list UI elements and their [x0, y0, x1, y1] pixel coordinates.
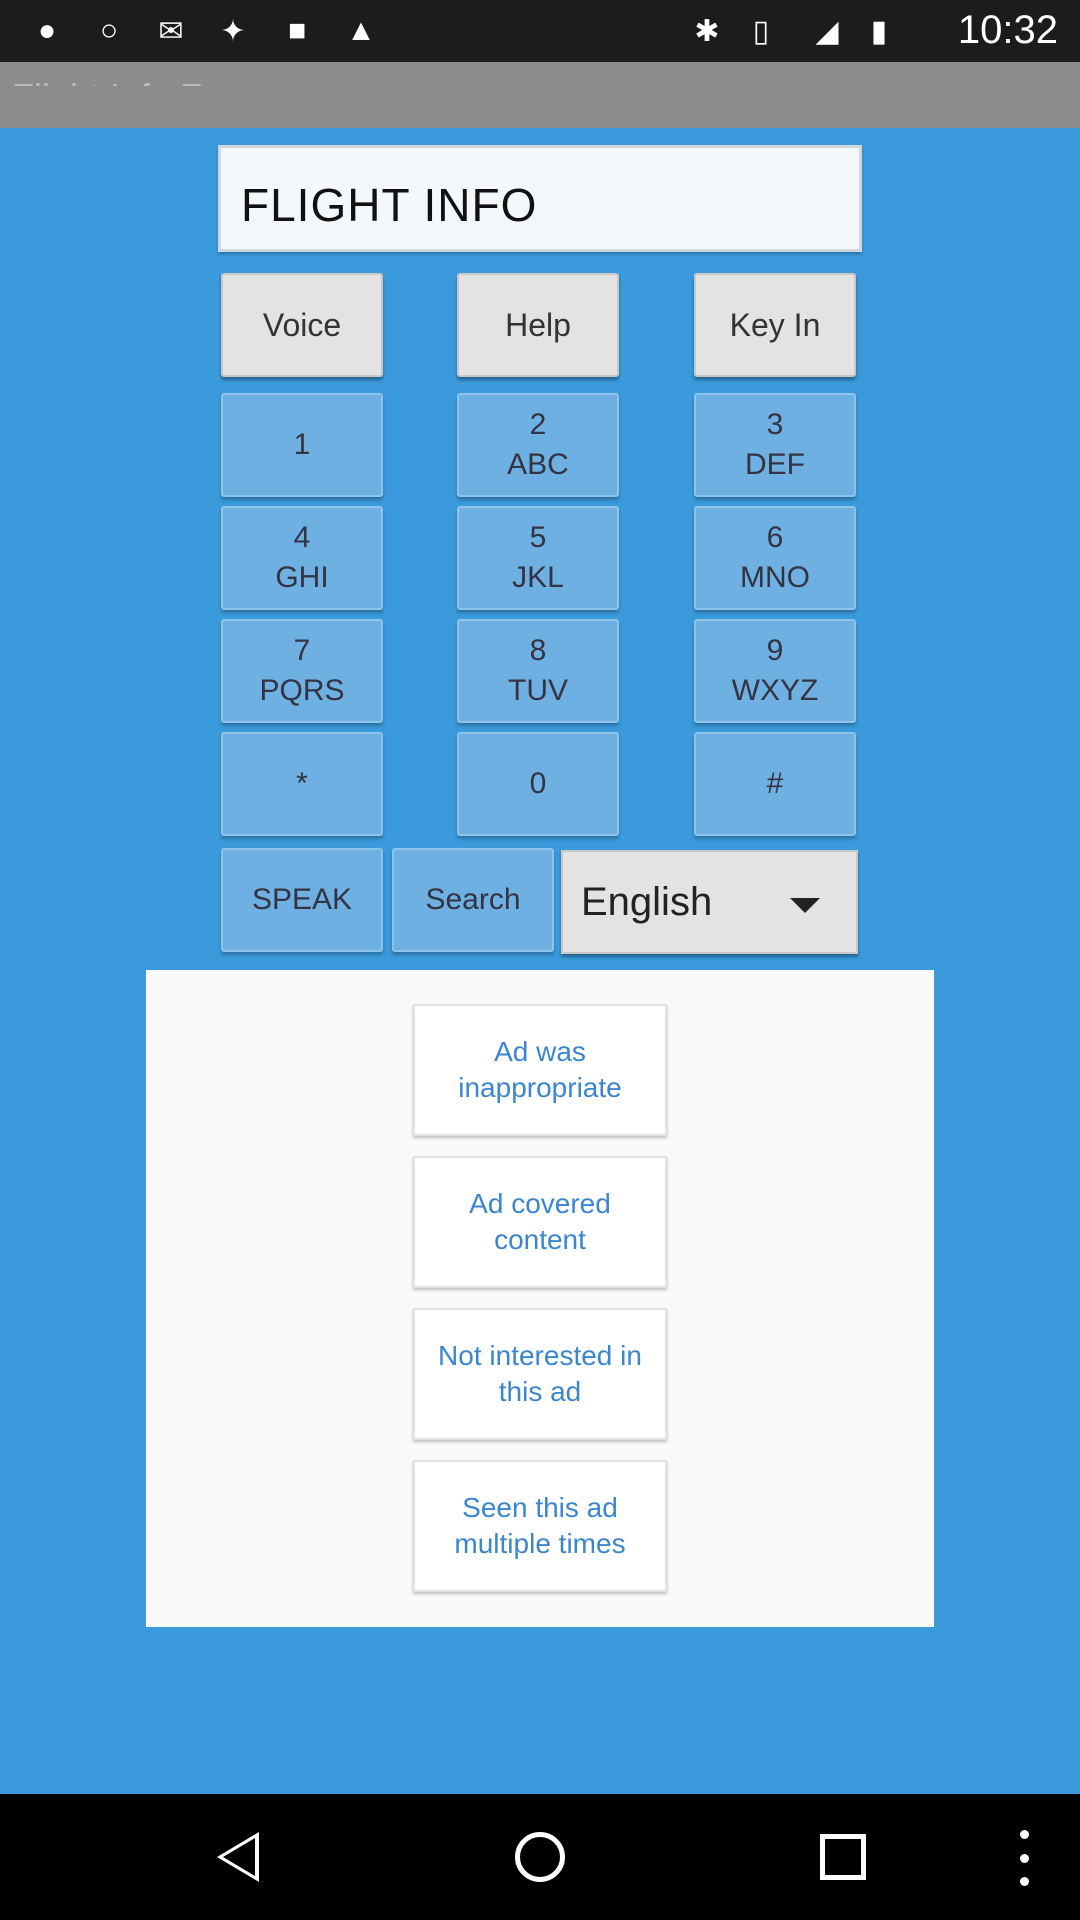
ad-feedback-panel: Ad was inappropriate Ad covered content …: [146, 970, 934, 1627]
key-letters: WXYZ: [731, 674, 819, 707]
message-icon: ✉: [158, 14, 184, 48]
ad-feedback-inappropriate[interactable]: Ad was inappropriate: [413, 1004, 667, 1136]
keypad-key-hash[interactable]: #: [694, 732, 856, 836]
key-digit: 2: [529, 408, 547, 441]
keypad-key-6[interactable]: 6 MNO: [694, 506, 856, 610]
keypad-key-star[interactable]: *: [221, 732, 383, 836]
key-in-button[interactable]: Key In: [694, 273, 856, 377]
app-bar-shade: [0, 86, 1080, 128]
keypad-key-5[interactable]: 5 JKL: [457, 506, 619, 610]
speak-button-label: SPEAK: [251, 883, 353, 916]
ad-feedback-label: Seen this ad multiple times: [454, 1492, 626, 1559]
key-digit: *: [296, 767, 308, 800]
help-button-label: Help: [505, 306, 571, 343]
key-letters: PQRS: [259, 674, 345, 707]
keypad-key-0[interactable]: 0: [457, 732, 619, 836]
help-button[interactable]: Help: [457, 273, 619, 377]
keypad-key-3[interactable]: 3 DEF: [694, 393, 856, 497]
home-icon[interactable]: [515, 1832, 565, 1882]
circle-icon: ○: [99, 14, 119, 47]
status-bar: ● ○ ✉ ✦ ■ ▲ ✱ ▯ ◢ ▮ 10:32: [0, 0, 1080, 62]
navigation-bar: [0, 1794, 1080, 1920]
ad-feedback-not-interested[interactable]: Not interested in this ad: [413, 1308, 667, 1440]
ad-feedback-seen-multiple[interactable]: Seen this ad multiple times: [413, 1460, 667, 1592]
recent-apps-icon[interactable]: [820, 1834, 866, 1880]
lock-icon: ■: [287, 14, 307, 47]
key-digit: 1: [293, 428, 311, 461]
key-digit: 8: [529, 634, 547, 667]
language-select[interactable]: English: [561, 850, 858, 954]
search-button-label: Search: [425, 883, 521, 916]
key-letters: GHI: [275, 561, 329, 594]
android-icon: ▲: [346, 14, 376, 47]
key-letters: ABC: [507, 448, 569, 481]
bluetooth-icon: ✱: [694, 14, 720, 48]
key-digit: 7: [293, 634, 311, 667]
app-bar: Flight Info Fr: [0, 62, 1080, 128]
voice-button[interactable]: Voice: [221, 273, 383, 377]
key-digit: #: [766, 767, 784, 800]
pin-icon: ●: [37, 14, 57, 47]
key-digit: 4: [293, 521, 311, 554]
ad-feedback-label: Ad was inappropriate: [458, 1036, 622, 1103]
search-button[interactable]: Search: [392, 848, 554, 952]
key-letters: JKL: [512, 561, 564, 594]
keypad-key-2[interactable]: 2 ABC: [457, 393, 619, 497]
more-options-icon[interactable]: [1020, 1830, 1030, 1886]
key-letters: MNO: [740, 561, 810, 594]
vibrate-icon: ▯: [752, 14, 770, 48]
key-digit: 6: [766, 521, 784, 554]
satellite-icon: ✦: [220, 14, 246, 48]
clock: 10:32: [957, 8, 1058, 52]
signal-icon: ◢: [815, 14, 839, 48]
speak-button[interactable]: SPEAK: [221, 848, 383, 952]
ad-feedback-covered-content[interactable]: Ad covered content: [413, 1156, 667, 1288]
flight-info-text: FLIGHT INFO: [241, 179, 538, 231]
key-letters: TUV: [508, 674, 568, 707]
language-select-value: English: [581, 880, 713, 924]
ad-feedback-label: Ad covered content: [469, 1188, 611, 1255]
key-digit: 0: [529, 767, 547, 800]
flight-info-field[interactable]: FLIGHT INFO: [218, 145, 862, 252]
keypad-key-7[interactable]: 7 PQRS: [221, 619, 383, 723]
ad-feedback-label: Not interested in this ad: [438, 1340, 642, 1407]
keypad-key-4[interactable]: 4 GHI: [221, 506, 383, 610]
key-digit: 9: [766, 634, 784, 667]
key-letters: DEF: [745, 448, 805, 481]
keypad-key-9[interactable]: 9 WXYZ: [694, 619, 856, 723]
voice-button-label: Voice: [262, 306, 342, 343]
chevron-down-icon: [790, 898, 820, 913]
key-digit: 3: [766, 408, 784, 441]
keypad-key-8[interactable]: 8 TUV: [457, 619, 619, 723]
keypad-key-1[interactable]: 1: [221, 393, 383, 497]
battery-icon: ▮: [870, 14, 888, 48]
key-in-button-label: Key In: [729, 306, 821, 343]
key-digit: 5: [529, 521, 547, 554]
